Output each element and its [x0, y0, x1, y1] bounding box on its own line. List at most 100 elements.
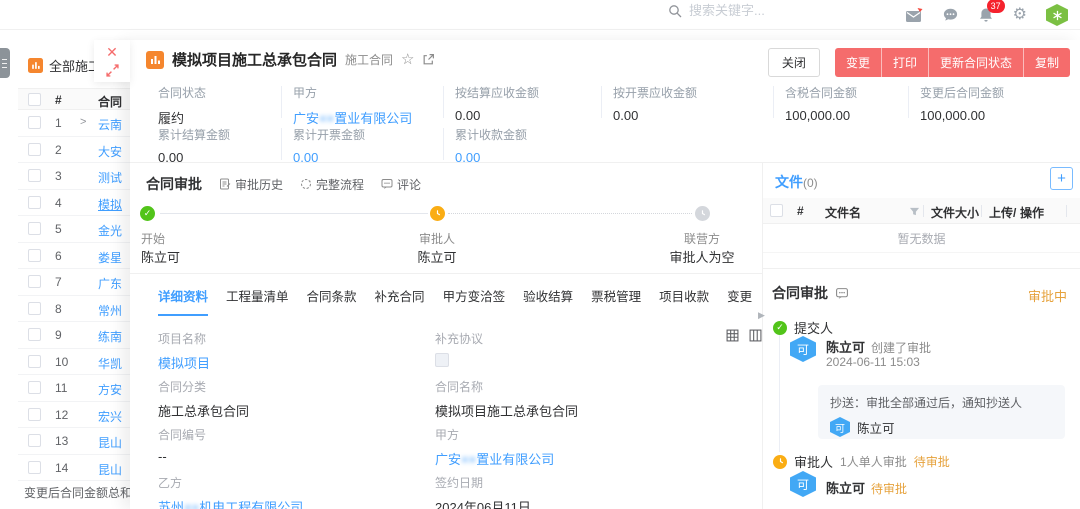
row-checkbox[interactable] [28, 302, 41, 315]
field-contract-status: 合同状态 履约 [158, 84, 206, 127]
row-checkbox[interactable] [28, 408, 41, 421]
contract-name-link[interactable]: 大安 [98, 143, 122, 160]
row-checkbox[interactable] [28, 461, 41, 474]
project-link[interactable]: 模拟项目 [158, 353, 210, 372]
approval-history-link[interactable]: 审批历史 [219, 176, 283, 193]
tab-acceptance[interactable]: 验收结算 [523, 286, 573, 316]
row-index: 12 [55, 408, 68, 422]
files-select-all-checkbox[interactable] [770, 204, 783, 217]
search-input[interactable] [689, 3, 849, 18]
fullscreen-expand-icon[interactable] [106, 64, 119, 77]
table-view-icon[interactable] [726, 329, 739, 342]
contract-name-link[interactable]: 华凯 [98, 355, 122, 372]
global-search[interactable] [668, 3, 849, 18]
table-row[interactable]: 1>云南 [18, 110, 130, 137]
table-row[interactable]: 14昆山 [18, 455, 130, 482]
row-checkbox[interactable] [28, 328, 41, 341]
table-row[interactable]: 7广东 [18, 269, 130, 296]
tab-tax[interactable]: 票税管理 [591, 286, 641, 316]
avatar: 可 [830, 417, 850, 437]
table-row[interactable]: 5金光 [18, 216, 130, 243]
files-col-name: 文件名 [825, 204, 861, 221]
table-row[interactable]: 2大安 [18, 137, 130, 164]
row-checkbox[interactable] [28, 275, 41, 288]
contract-name-link[interactable]: 模拟 [98, 196, 122, 213]
change-button[interactable]: 变更 [835, 48, 881, 77]
row-checkbox[interactable] [28, 434, 41, 447]
expand-row-icon[interactable]: > [80, 116, 86, 128]
favorite-star-icon[interactable]: ☆ [401, 52, 414, 67]
table-row[interactable]: 8常州 [18, 296, 130, 323]
table-row[interactable]: 12 宏兴 [18, 402, 130, 429]
supplement-checkbox[interactable] [435, 353, 449, 367]
field-settle-receivable: 按结算应收金额 0.00 [455, 84, 539, 123]
external-link-icon[interactable] [422, 53, 435, 66]
table-row[interactable]: 6 娄星 [18, 243, 130, 270]
panel-collapse-icon[interactable]: ▶ [758, 304, 768, 326]
contract-name-link[interactable]: 广东 [98, 275, 122, 292]
tab-terms[interactable]: 合同条款 [307, 286, 357, 316]
row-checkbox[interactable] [28, 143, 41, 156]
messages-icon[interactable] [942, 7, 959, 23]
field-label: 甲方 [435, 426, 554, 443]
table-row[interactable]: 10华凯 [18, 349, 130, 376]
comment-icon[interactable] [835, 287, 849, 300]
settings-gear-icon[interactable]: ⚙ [1013, 7, 1027, 23]
filter-funnel-icon[interactable] [909, 206, 920, 217]
flow-section-title: 合同审批 [146, 174, 202, 194]
contract-name-link[interactable]: 昆山 [98, 434, 122, 451]
user-avatar[interactable] [1046, 4, 1068, 26]
close-button[interactable]: 关闭 [768, 48, 820, 77]
contract-name-link[interactable]: 云南 [98, 116, 122, 133]
approver-name-row: 陈立可 待审批 [826, 478, 907, 497]
table-row[interactable]: 4模拟 [18, 190, 130, 217]
contract-name-link[interactable]: 练南 [98, 328, 122, 345]
nav-collapse-handle[interactable] [0, 48, 10, 78]
full-process-link[interactable]: 完整流程 [300, 176, 364, 193]
notifications-bell-icon[interactable]: 37 [978, 7, 994, 23]
contract-name-link[interactable]: 金光 [98, 222, 122, 239]
print-button[interactable]: 打印 [881, 48, 928, 77]
table-row[interactable]: 9练南 [18, 322, 130, 349]
row-checkbox[interactable] [28, 196, 41, 209]
close-icon[interactable]: ✕ [106, 45, 118, 59]
tab-change[interactable]: 变更 [727, 286, 752, 316]
copy-button[interactable]: 复制 [1023, 48, 1070, 77]
party-a-link[interactable]: 广安××置业有限公司 [293, 108, 412, 127]
field-label: 甲方 [293, 84, 412, 101]
party-b-link[interactable]: 苏州××机电工程有限公司 [158, 497, 303, 509]
contract-name-link[interactable]: 娄星 [98, 249, 122, 266]
tab-details[interactable]: 详细资料 [158, 286, 208, 316]
field-contract-category: 合同分类 施工总承包合同 [158, 378, 249, 420]
contract-name-link[interactable]: 方安 [98, 381, 122, 398]
row-checkbox[interactable] [28, 249, 41, 262]
table-row[interactable]: 3测试 [18, 163, 130, 190]
field-value: 100,000.00 [785, 108, 857, 123]
contract-name-link[interactable]: 常州 [98, 302, 122, 319]
contract-name-link[interactable]: 测试 [98, 169, 122, 186]
comment-link[interactable]: 评论 [381, 176, 421, 193]
row-checkbox[interactable] [28, 169, 41, 182]
row-checkbox[interactable] [28, 355, 41, 368]
field-label: 签约日期 [435, 474, 531, 491]
table-row[interactable]: 11方安 [18, 375, 130, 402]
row-checkbox[interactable] [28, 381, 41, 394]
update-status-button[interactable]: 更新合同状态 [928, 48, 1023, 77]
party-a-link[interactable]: 广安××置业有限公司 [435, 449, 554, 468]
row-checkbox[interactable] [28, 222, 41, 235]
tab-boq[interactable]: 工程量清单 [226, 286, 289, 316]
tab-change-sign[interactable]: 甲方变洽签 [443, 286, 506, 316]
table-row[interactable]: 13昆山 [18, 428, 130, 455]
approval-panel-title: 合同审批 [772, 283, 849, 303]
check-circle-icon: ✓ [773, 321, 787, 335]
tab-receipts[interactable]: 项目收款 [659, 286, 709, 316]
mail-icon[interactable] [905, 8, 923, 23]
select-all-checkbox[interactable] [28, 93, 41, 106]
column-view-icon[interactable] [749, 329, 762, 342]
row-index: 6 [55, 249, 62, 263]
contract-name-link[interactable]: 昆山 [98, 461, 122, 478]
contract-name-link[interactable]: 宏兴 [98, 408, 122, 425]
row-checkbox[interactable] [28, 116, 41, 129]
tab-supplement[interactable]: 补充合同 [375, 286, 425, 316]
add-file-button[interactable]: + [1050, 167, 1073, 190]
